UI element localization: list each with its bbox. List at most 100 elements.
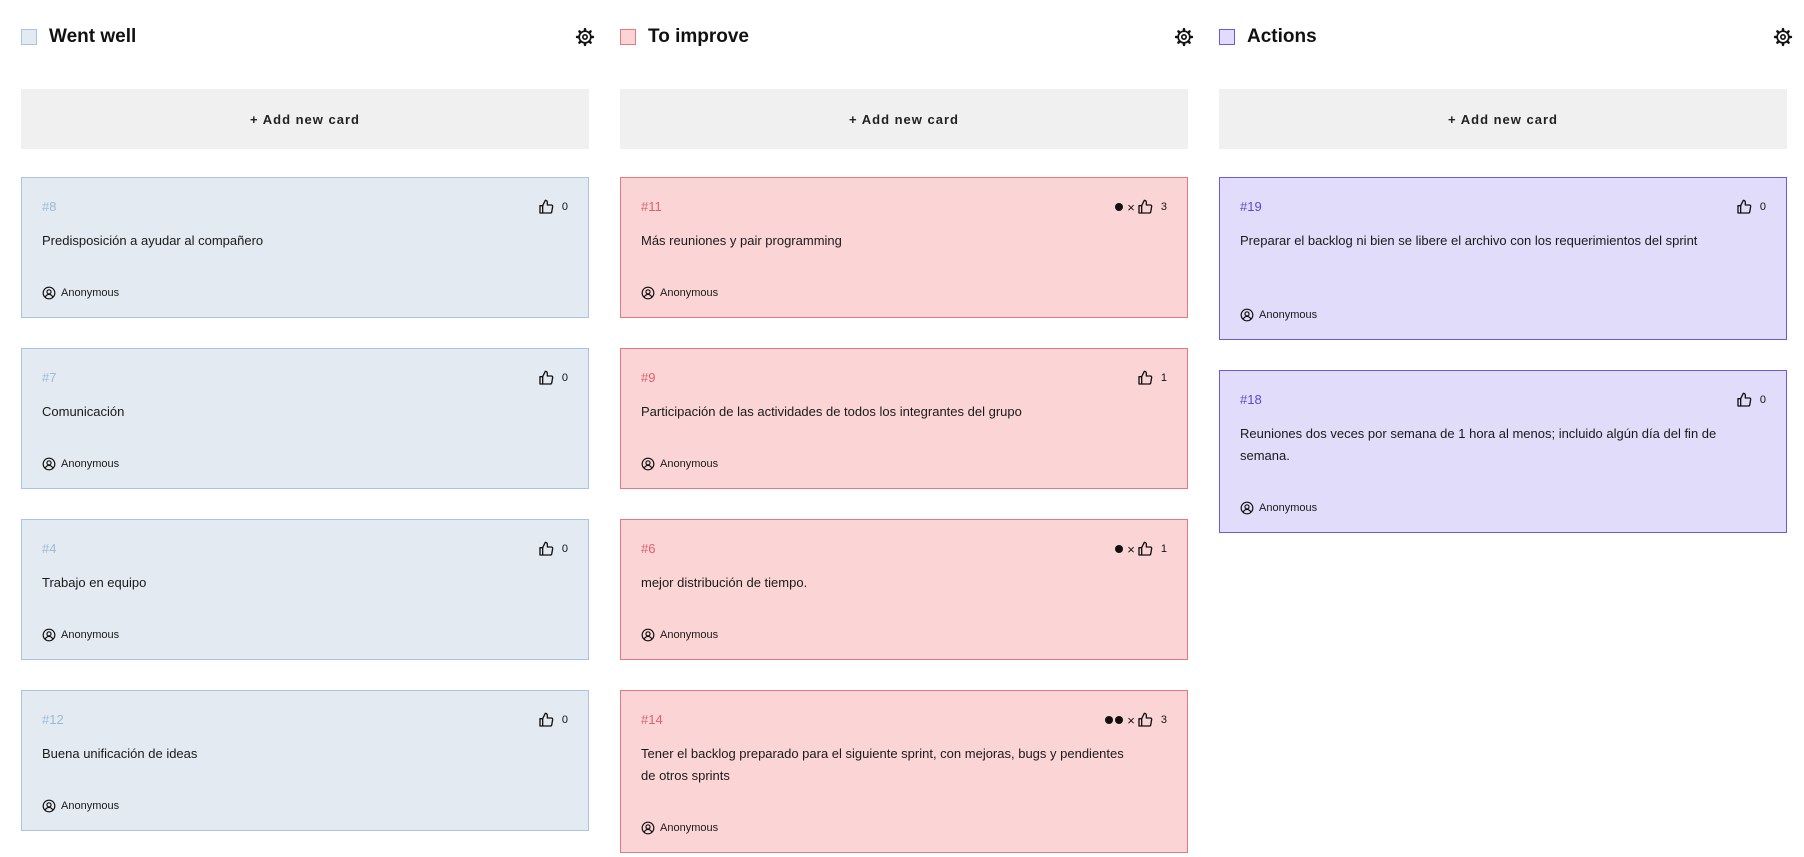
- card-id: #6: [641, 541, 656, 556]
- voter-dots: [1115, 203, 1125, 211]
- user-circle-icon: [42, 286, 56, 300]
- retro-card[interactable]: #4 0 Trabajo en equipo Anonymous: [21, 519, 589, 660]
- card-id: #7: [42, 370, 57, 385]
- voter-dots: [1105, 716, 1125, 724]
- author-name: Anonymous: [61, 800, 120, 812]
- card-author: Anonymous: [1240, 307, 1317, 323]
- user-circle-icon: [1240, 308, 1254, 322]
- author-name: Anonymous: [660, 629, 719, 641]
- card-author: Anonymous: [42, 456, 119, 472]
- thumbs-up-icon[interactable]: [538, 541, 554, 557]
- author-name: Anonymous: [61, 629, 120, 641]
- card-id: #11: [641, 199, 662, 214]
- card-author: Anonymous: [641, 627, 718, 643]
- card-id: #14: [641, 712, 663, 727]
- card-author: Anonymous: [42, 627, 119, 643]
- card-author: Anonymous: [1240, 500, 1317, 516]
- user-circle-icon: [641, 286, 655, 300]
- user-circle-icon: [42, 628, 56, 642]
- retro-card[interactable]: #8 0 Predisposición a ayudar al compañero A…: [21, 177, 589, 318]
- column-header: To improve: [620, 24, 1194, 54]
- column-title: Actions: [1247, 26, 1317, 47]
- card-text: Comunicación: [42, 404, 125, 419]
- thumbs-up-icon[interactable]: [1736, 199, 1752, 215]
- add-card-button[interactable]: + Add new card: [1219, 89, 1787, 149]
- retro-card[interactable]: #6 × 1 mejor distribución de tiempo. Anonymo…: [620, 519, 1188, 660]
- card-author: Anonymous: [42, 798, 119, 814]
- author-name: Anonymous: [1259, 502, 1318, 514]
- column-title: Went well: [49, 26, 137, 47]
- user-circle-icon: [42, 799, 56, 813]
- retro-card[interactable]: #19 0 Preparar el backlog ni bien se liber…: [1219, 177, 1787, 340]
- card-author: Anonymous: [641, 285, 718, 301]
- user-circle-icon: [42, 457, 56, 471]
- vote-count: 1: [1160, 372, 1167, 384]
- voter-avatar: [1115, 716, 1124, 724]
- voter-dots: [1115, 545, 1125, 553]
- card-text: Trabajo en equipo: [42, 575, 147, 590]
- thumbs-up-icon[interactable]: [1137, 199, 1153, 215]
- card-author: Anonymous: [42, 285, 119, 301]
- user-circle-icon: [641, 457, 655, 471]
- user-circle-icon: [641, 628, 655, 642]
- column-header: Went well: [21, 24, 595, 54]
- retro-card[interactable]: #7 0 Comunicación Anonymous: [21, 348, 589, 489]
- vote-count: 0: [1759, 201, 1766, 213]
- thumbs-up-icon[interactable]: [1137, 712, 1153, 728]
- vote-control: 1: [1137, 369, 1167, 387]
- thumbs-up-icon[interactable]: [1137, 370, 1153, 386]
- card-text: Reuniones dos veces por semana de 1 hora…: [1240, 426, 1717, 463]
- add-card-button[interactable]: + Add new card: [620, 89, 1188, 149]
- vote-count: 3: [1160, 714, 1167, 726]
- vote-count: 0: [561, 372, 568, 384]
- thumbs-up-icon[interactable]: [538, 370, 554, 386]
- vote-control: 0: [1736, 198, 1766, 216]
- retro-card[interactable]: #18 0 Reuniones dos veces por semana de 1 …: [1219, 370, 1787, 533]
- vote-control: 0: [538, 198, 568, 216]
- author-name: Anonymous: [61, 458, 120, 470]
- vote-control: × 3: [1115, 198, 1167, 216]
- thumbs-up-icon[interactable]: [538, 712, 554, 728]
- author-name: Anonymous: [1259, 309, 1318, 321]
- retro-board: Went well + Add new card #8 0 Predisposici…: [0, 0, 1804, 857]
- card-text: Participación de las actividades de todo…: [641, 404, 1022, 419]
- vote-count: 1: [1160, 543, 1167, 555]
- author-name: Anonymous: [660, 287, 719, 299]
- thumbs-up-icon[interactable]: [1736, 392, 1752, 408]
- vote-control: 0: [538, 540, 568, 558]
- user-circle-icon: [1240, 501, 1254, 515]
- column-title: To improve: [648, 26, 749, 47]
- card-id: #4: [42, 541, 57, 556]
- card-id: #12: [42, 712, 64, 727]
- author-name: Anonymous: [660, 822, 719, 834]
- column-color-swatch: [620, 29, 636, 45]
- author-name: Anonymous: [660, 458, 719, 470]
- gear-icon[interactable]: [575, 27, 595, 47]
- voter-avatar: [1115, 203, 1124, 211]
- gear-icon[interactable]: [1174, 27, 1194, 47]
- retro-card[interactable]: #12 0 Buena unificación de ideas Anonymous: [21, 690, 589, 831]
- thumbs-up-icon[interactable]: [1137, 541, 1153, 557]
- user-circle-icon: [641, 821, 655, 835]
- vote-count: 0: [561, 543, 568, 555]
- thumbs-up-icon[interactable]: [538, 199, 554, 215]
- add-card-button[interactable]: + Add new card: [21, 89, 589, 149]
- vote-control: × 1: [1115, 540, 1167, 558]
- card-text: Predisposición a ayudar al compañero: [42, 233, 264, 248]
- retro-card[interactable]: #11 × 3 Más reuniones y pair programming Ano…: [620, 177, 1188, 318]
- vote-count: 0: [1759, 394, 1766, 406]
- vote-count: 3: [1160, 201, 1167, 213]
- remove-vote-icon[interactable]: ×: [1127, 543, 1135, 556]
- card-text: mejor distribución de tiempo.: [641, 575, 808, 590]
- vote-control: 0: [538, 369, 568, 387]
- card-text: Más reuniones y pair programming: [641, 233, 842, 248]
- gear-icon[interactable]: [1773, 27, 1793, 47]
- author-name: Anonymous: [61, 287, 120, 299]
- remove-vote-icon[interactable]: ×: [1127, 714, 1135, 727]
- column-header: Actions: [1219, 24, 1793, 54]
- retro-card[interactable]: #9 1 Participación de las actividades de t…: [620, 348, 1188, 489]
- retro-card[interactable]: #14 × 3 Tener el backlog preparado para el …: [620, 690, 1188, 853]
- card-author: Anonymous: [641, 456, 718, 472]
- column-color-swatch: [21, 29, 37, 45]
- remove-vote-icon[interactable]: ×: [1127, 201, 1135, 214]
